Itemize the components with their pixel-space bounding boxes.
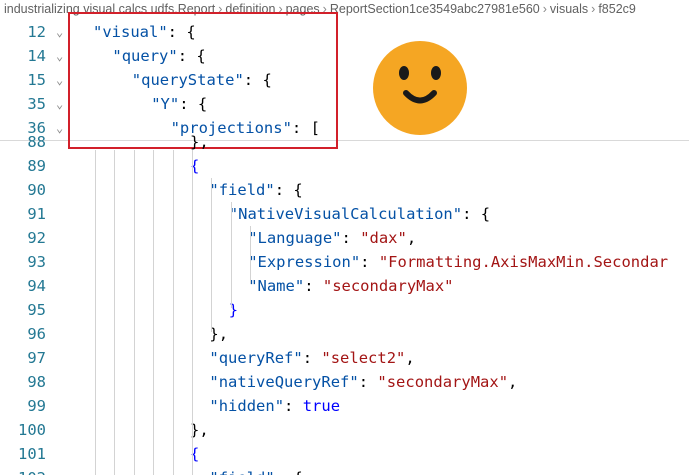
indent-guide [133,150,135,475]
indent-guide [95,150,96,475]
sticky-code-line[interactable]: 15 ⌄ "queryState": { [0,68,689,92]
code-text: "Language": "dax", [248,229,417,247]
code-line[interactable]: 101{ [0,442,689,466]
code-text: "visual": { [93,23,196,41]
line-number: 95 [27,301,46,319]
indent-guide [192,150,193,475]
chevron-down-icon[interactable]: ⌄ [56,20,68,44]
line-number: 98 [27,373,46,391]
code-line[interactable]: 93 "Expression": "Formatting.AxisMaxMin.S… [0,250,689,274]
indent-guide [153,150,155,475]
code-line[interactable]: 92 "Language": "dax", [0,226,689,250]
code-editor[interactable]: industrializing visual calcs udfs.Report… [0,0,689,475]
code-text: "nativeQueryRef": "secondaryMax", [209,373,518,391]
line-number: 102 [0,466,46,475]
line-number: 92 [27,229,46,247]
chevron-down-icon[interactable]: ⌄ [56,92,68,116]
code-text: "Name": "secondaryMax" [248,277,454,295]
indent-guide [114,150,116,475]
line-number: 90 [27,181,46,199]
code-line[interactable]: 89{ [0,154,689,178]
code-text: "queryState": { [131,71,272,89]
code-line[interactable]: 100}, [0,418,689,442]
code-line[interactable]: 98 "nativeQueryRef": "secondaryMax", [0,370,689,394]
chevron-down-icon[interactable]: ⌄ [56,68,68,92]
code-line[interactable]: 96}, [0,322,689,346]
line-number: 101 [18,445,46,463]
line-number: 89 [27,157,46,175]
code-line[interactable]: 94 "Name": "secondaryMax" [0,274,689,298]
code-line[interactable]: 88}, [0,130,689,154]
code-line[interactable]: 97 "queryRef": "select2", [0,346,689,370]
breadcrumb-item[interactable]: ReportSection1ce3549abc27981e560 [330,2,540,16]
line-number: 12 [27,23,46,41]
breadcrumb-separator-icon: › [591,2,596,16]
code-line[interactable]: 95} [0,298,689,322]
line-number: 91 [27,205,46,223]
chevron-down-icon[interactable]: ⌄ [56,44,68,68]
breadcrumb-separator-icon: › [542,2,547,16]
code-text: "hidden": true [209,397,341,415]
code-text: "queryRef": "select2", [209,349,415,367]
line-number: 14 [27,47,46,65]
breadcrumb-item[interactable]: visuals [550,2,588,16]
code-text: "query": { [112,47,206,65]
indent-guide [250,226,252,284]
line-number: 93 [27,253,46,271]
indent-guide [211,178,213,332]
code-line[interactable]: 90 "field": { [0,178,689,202]
indent-guide [172,150,174,475]
code-text: "Y": { [151,95,208,113]
line-number: 96 [27,325,46,343]
sticky-code-line[interactable]: 12 ⌄ "visual": { [0,20,689,44]
line-number: 100 [18,421,46,439]
code-text: "NativeVisualCalculation": { [228,205,491,223]
breadcrumb-item[interactable]: f852c9 [598,2,636,16]
code-text: "field": { [209,181,303,199]
sticky-code-line[interactable]: 35 ⌄ "Y": { [0,92,689,116]
indent-guide [230,202,232,308]
line-number: 97 [27,349,46,367]
line-number: 35 [27,95,46,113]
code-line[interactable]: 102 "field": { [0,466,689,475]
sticky-code-line[interactable]: 14 ⌄ "query": { [0,44,689,68]
line-number: 94 [27,277,46,295]
line-number: 99 [27,397,46,415]
code-line[interactable]: 99 "hidden": true [0,394,689,418]
line-number: 15 [27,71,46,89]
line-number: 88 [27,133,46,151]
code-text: "Expression": "Formatting.AxisMaxMin.Sec… [248,253,669,271]
code-text: "field": { [209,466,302,475]
code-line[interactable]: 91 "NativeVisualCalculation": { [0,202,689,226]
